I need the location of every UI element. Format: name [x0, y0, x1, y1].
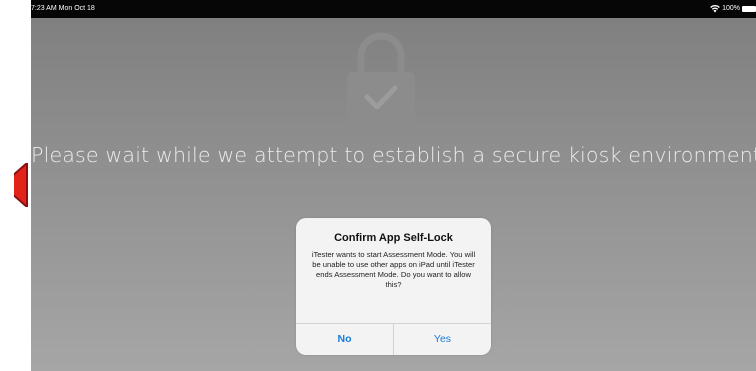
ipad-screen: 7:23 AM Mon Oct 18 100% Please wait whil… — [31, 0, 756, 371]
wifi-icon — [710, 5, 720, 13]
status-time-date: 7:23 AM Mon Oct 18 — [31, 5, 95, 12]
lock-check-icon — [342, 30, 420, 126]
status-right-group: 100% — [710, 0, 756, 18]
battery-icon — [742, 6, 756, 12]
dialog-title: Confirm App Self-Lock — [334, 232, 453, 244]
no-button[interactable]: No — [296, 324, 393, 355]
confirm-self-lock-dialog: Confirm App Self-Lock iTester wants to s… — [296, 218, 491, 355]
red-pointer-arrow-icon — [0, 162, 32, 208]
status-bar: 7:23 AM Mon Oct 18 100% — [31, 0, 756, 18]
battery-percentage: 100% — [722, 5, 740, 12]
yes-button[interactable]: Yes — [394, 324, 491, 355]
kiosk-wait-message: Please wait while we attempt to establis… — [31, 143, 756, 167]
dialog-message: iTester wants to start Assessment Mode. … — [311, 250, 476, 289]
